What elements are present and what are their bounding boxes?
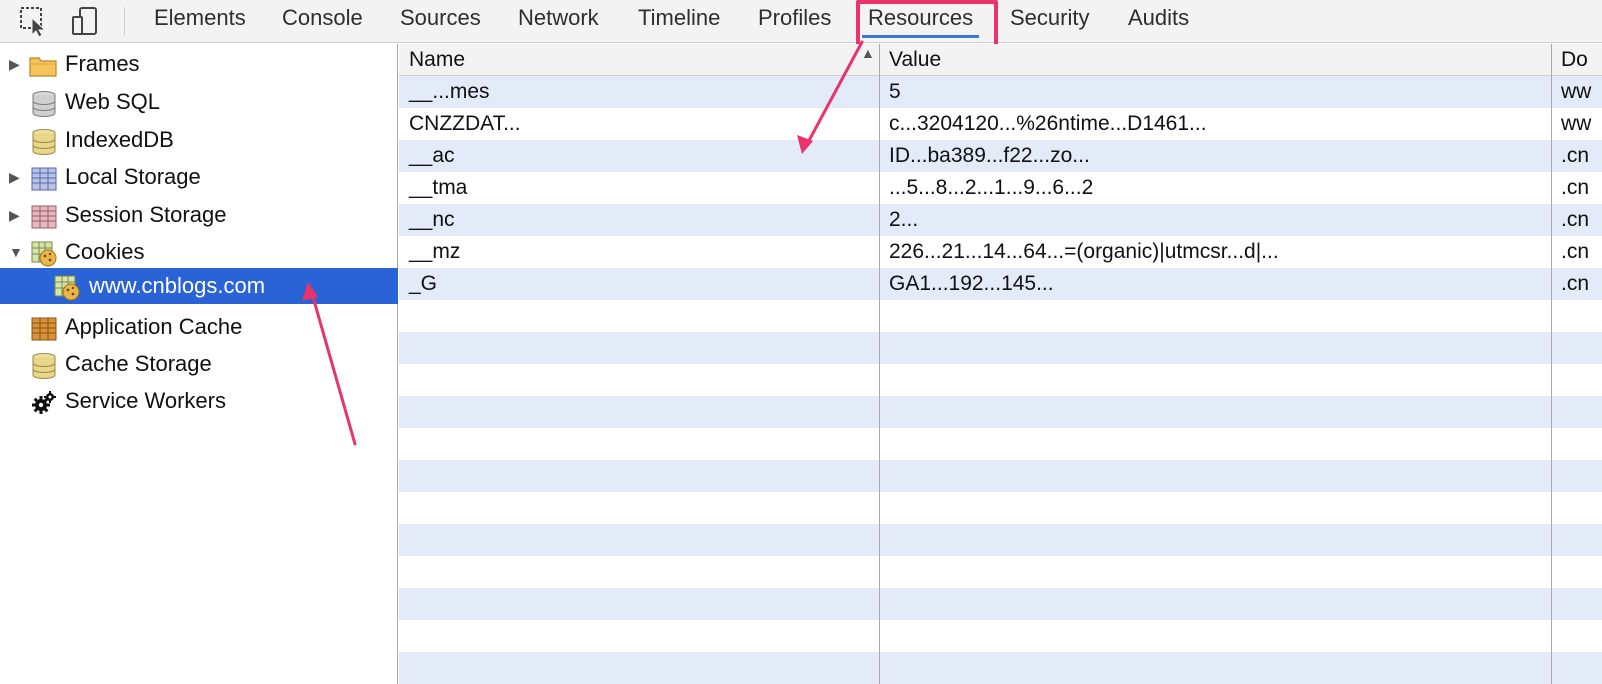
- cookie-name-cell: __nc: [409, 208, 455, 231]
- sidebar-item-label: www.cnblogs.com: [89, 273, 266, 298]
- table-icon: [31, 204, 57, 229]
- cookie-domain-cell: .cn: [1561, 272, 1590, 295]
- inspect-element-icon[interactable]: [17, 4, 51, 38]
- grid-header: Name ▲ Value Do: [399, 44, 1602, 76]
- table-row[interactable]: __...mes 5 ww: [399, 76, 1602, 108]
- cookie-value-cell: c...3204120...%26ntime...D1461...: [889, 112, 1207, 135]
- sidebar-item-cookie-domain[interactable]: www.cnblogs.com: [0, 268, 398, 304]
- sidebar-item-label: Cache Storage: [65, 351, 212, 376]
- resources-sidebar: ▶ Frames Web SQL IndexedDB ▶ Local Stora…: [0, 44, 398, 684]
- sidebar-item-indexeddb[interactable]: IndexedDB: [0, 122, 398, 158]
- cookie-name-cell: __mz: [409, 240, 461, 263]
- column-header-value[interactable]: Value: [879, 44, 1551, 76]
- tab-timeline[interactable]: Timeline: [638, 0, 720, 43]
- sidebar-item-session-storage[interactable]: ▶ Session Storage: [0, 197, 398, 233]
- column-header-name[interactable]: Name: [399, 44, 879, 76]
- collapse-arrow-icon[interactable]: ▼: [9, 234, 23, 270]
- tab-profiles[interactable]: Profiles: [758, 0, 831, 43]
- column-divider[interactable]: [1551, 44, 1552, 684]
- sidebar-item-cookies[interactable]: ▼ Cookies: [0, 234, 398, 270]
- sidebar-item-application-cache[interactable]: Application Cache: [0, 309, 398, 345]
- tab-audits[interactable]: Audits: [1128, 0, 1189, 43]
- cookie-value-cell: ID...ba389...f22...zo...: [889, 144, 1090, 167]
- sidebar-item-label: Web SQL: [65, 89, 160, 114]
- sidebar-item-label: Local Storage: [65, 164, 201, 189]
- toolbar-separator: [124, 7, 125, 36]
- tab-security[interactable]: Security: [1010, 0, 1089, 43]
- database-icon: [32, 129, 56, 155]
- cookie-icon: [31, 241, 57, 267]
- cookie-name-cell: _G: [409, 272, 438, 295]
- expand-arrow-icon[interactable]: ▶: [9, 197, 23, 233]
- sidebar-item-label: Frames: [65, 51, 140, 76]
- sidebar-item-web-sql[interactable]: Web SQL: [0, 84, 398, 120]
- cookie-domain-cell: .cn: [1561, 144, 1590, 167]
- cookie-value-cell: ...5...8...2...1...9...6...2: [889, 176, 1094, 199]
- column-divider[interactable]: [879, 44, 880, 684]
- cookie-domain-cell: .cn: [1561, 208, 1590, 231]
- sidebar-item-label: Application Cache: [65, 314, 243, 339]
- app-cache-icon: [31, 316, 57, 341]
- table-row[interactable]: __mz 226...21...14...64...=(organic)|utm…: [399, 236, 1602, 268]
- sidebar-item-local-storage[interactable]: ▶ Local Storage: [0, 159, 398, 195]
- cookie-value-cell: GA1...192...145...: [889, 272, 1054, 295]
- expand-arrow-icon[interactable]: ▶: [9, 46, 23, 82]
- sidebar-item-frames[interactable]: ▶ Frames: [0, 46, 398, 82]
- sidebar-item-label: Service Workers: [65, 388, 226, 413]
- table-row[interactable]: __nc 2... .cn: [399, 204, 1602, 236]
- table-icon: [31, 166, 57, 191]
- cookie-value-cell: 5: [889, 80, 901, 103]
- database-icon: [32, 91, 56, 117]
- cookie-icon: [54, 275, 80, 301]
- cookie-name-cell: __...mes: [409, 80, 490, 103]
- devtools-toolbar: Elements Console Sources Network Timelin…: [0, 0, 1602, 43]
- device-mode-icon[interactable]: [68, 4, 102, 38]
- cookie-name-cell: __ac: [409, 144, 455, 167]
- sidebar-item-label: Session Storage: [65, 202, 227, 227]
- column-header-domain[interactable]: Do: [1551, 44, 1602, 76]
- database-icon: [32, 353, 56, 379]
- tab-elements[interactable]: Elements: [154, 0, 246, 43]
- gear-icon: [31, 390, 56, 414]
- tab-sources[interactable]: Sources: [400, 0, 481, 43]
- sidebar-item-cache-storage[interactable]: Cache Storage: [0, 346, 398, 382]
- tab-console[interactable]: Console: [282, 0, 363, 43]
- cookie-name-cell: __tma: [409, 176, 468, 199]
- table-row[interactable]: _G GA1...192...145... .cn: [399, 268, 1602, 300]
- cookie-value-cell: 226...21...14...64...=(organic)|utmcsr..…: [889, 240, 1279, 263]
- sidebar-item-label: Cookies: [65, 239, 145, 264]
- table-row[interactable]: CNZZDAT... c...3204120...%26ntime...D146…: [399, 108, 1602, 140]
- folder-icon: [29, 53, 57, 77]
- sidebar-item-service-workers[interactable]: Service Workers: [0, 383, 398, 419]
- cookie-domain-cell: ww: [1561, 112, 1592, 135]
- cookie-name-cell: CNZZDAT...: [409, 112, 521, 135]
- cookie-domain-cell: .cn: [1561, 176, 1590, 199]
- cookie-value-cell: 2...: [889, 208, 919, 231]
- table-row[interactable]: __ac ID...ba389...f22...zo... .cn: [399, 140, 1602, 172]
- cookie-domain-cell: .cn: [1561, 240, 1590, 263]
- sort-ascending-icon: ▲: [861, 45, 875, 61]
- sidebar-item-label: IndexedDB: [65, 127, 174, 152]
- cookies-data-grid: Name ▲ Value Do __...mes 5 ww CNZZDAT...…: [399, 44, 1602, 684]
- tab-network[interactable]: Network: [518, 0, 599, 43]
- table-row[interactable]: __tma ...5...8...2...1...9...6...2 .cn: [399, 172, 1602, 204]
- expand-arrow-icon[interactable]: ▶: [9, 159, 23, 195]
- cookie-domain-cell: ww: [1561, 80, 1592, 103]
